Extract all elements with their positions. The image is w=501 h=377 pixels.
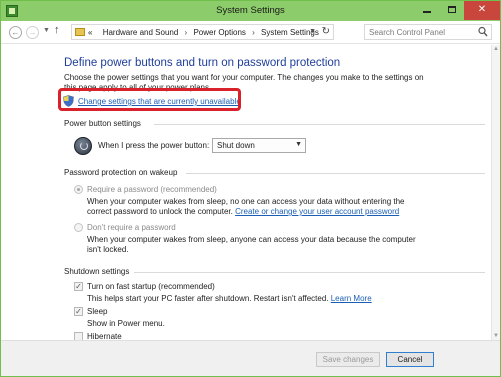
fast-startup-label: Turn on fast startup (recommended) (87, 282, 215, 291)
section-divider (154, 124, 485, 125)
sleep-checkbox[interactable]: ✓ (74, 307, 83, 316)
checkmark-icon: ✓ (75, 282, 82, 291)
breadcrumb-separator (95, 28, 103, 37)
close-button[interactable]: ✕ (464, 1, 500, 20)
fast-startup-description: This helps start your PC faster after sh… (87, 294, 429, 304)
vertical-scrollbar[interactable]: ▲ ▼ (491, 45, 500, 340)
sleep-description: Show in Power menu. (87, 319, 165, 328)
maximize-icon (447, 5, 456, 13)
breadcrumb-separator: › (252, 28, 255, 37)
fast-startup-desc-text: This helps start your PC faster after sh… (87, 294, 329, 303)
power-button-action-select[interactable]: Shut down ▼ (212, 138, 306, 153)
refresh-icon[interactable]: ↻ (322, 26, 330, 37)
folder-icon (75, 28, 85, 36)
search-box[interactable] (364, 24, 492, 40)
breadcrumb-separator: › (184, 28, 188, 37)
password-section-title: Password protection on wakeup (64, 168, 178, 177)
title-bar[interactable]: System Settings ✕ (1, 1, 500, 21)
learn-more-link[interactable]: Learn More (331, 294, 372, 303)
button-bar: Save changes Cancel (1, 340, 500, 376)
save-changes-button[interactable]: Save changes (316, 352, 380, 367)
main-content: Define power buttons and turn on passwor… (1, 45, 500, 341)
create-password-link[interactable]: Create or change your user account passw… (235, 207, 399, 216)
breadcrumb-power-options[interactable]: Power Options (193, 28, 245, 37)
require-password-label: Require a password (recommended) (87, 185, 217, 194)
breadcrumb-hardware-and-sound[interactable]: Hardware and Sound (103, 28, 179, 37)
fast-startup-checkbox[interactable]: ✓ (74, 282, 83, 291)
dont-require-password-label: Don't require a password (87, 223, 176, 232)
scroll-down-icon[interactable]: ▼ (493, 333, 499, 339)
up-button[interactable]: ↑ (54, 24, 60, 36)
minimize-icon (422, 11, 431, 14)
forward-button[interactable]: → (26, 26, 39, 39)
maximize-button[interactable] (439, 1, 464, 20)
power-button-section-title: Power button settings (64, 119, 141, 128)
page-title: Define power buttons and turn on passwor… (64, 57, 341, 69)
chevron-down-icon: ▼ (43, 27, 50, 34)
breadcrumb-overflow[interactable]: « (88, 28, 92, 37)
section-divider (134, 272, 485, 273)
dont-require-password-radio[interactable] (74, 223, 83, 232)
section-divider (186, 173, 485, 174)
cancel-button[interactable]: Cancel (386, 352, 434, 367)
recent-pages-dropdown[interactable]: ▼ (43, 27, 50, 34)
system-settings-window: System Settings ✕ ← → ▼ ↑ « Hardware and… (0, 0, 501, 377)
close-icon: ✕ (477, 4, 487, 15)
highlight-box (58, 88, 241, 111)
require-password-radio[interactable] (74, 185, 83, 194)
back-button[interactable]: ← (9, 26, 22, 39)
power-button-label: When I press the power button: (98, 141, 210, 150)
power-button-selected-value: Shut down (217, 141, 255, 150)
search-icon[interactable] (478, 26, 488, 38)
checkmark-icon: ✓ (75, 307, 82, 316)
address-dropdown-icon[interactable]: ▼ (309, 28, 316, 35)
navigation-bar: ← → ▼ ↑ « Hardware and Sound › Power Opt… (1, 21, 500, 44)
scroll-up-icon[interactable]: ▲ (493, 46, 499, 52)
power-button-icon (74, 137, 92, 155)
back-arrow-icon: ← (11, 28, 20, 37)
search-input[interactable] (369, 27, 473, 38)
require-password-description: When your computer wakes from sleep, no … (87, 197, 429, 217)
shutdown-section-title: Shutdown settings (64, 267, 130, 276)
minimize-button[interactable] (414, 1, 439, 20)
up-arrow-icon: ↑ (54, 24, 60, 36)
breadcrumb: « Hardware and Sound › Power Options › S… (88, 28, 319, 37)
dont-require-password-description: When your computer wakes from sleep, any… (87, 235, 416, 254)
sleep-label: Sleep (87, 307, 108, 316)
forward-arrow-icon: → (28, 28, 37, 37)
address-bar[interactable]: « Hardware and Sound › Power Options › S… (71, 24, 334, 40)
chevron-down-icon: ▼ (295, 141, 302, 148)
